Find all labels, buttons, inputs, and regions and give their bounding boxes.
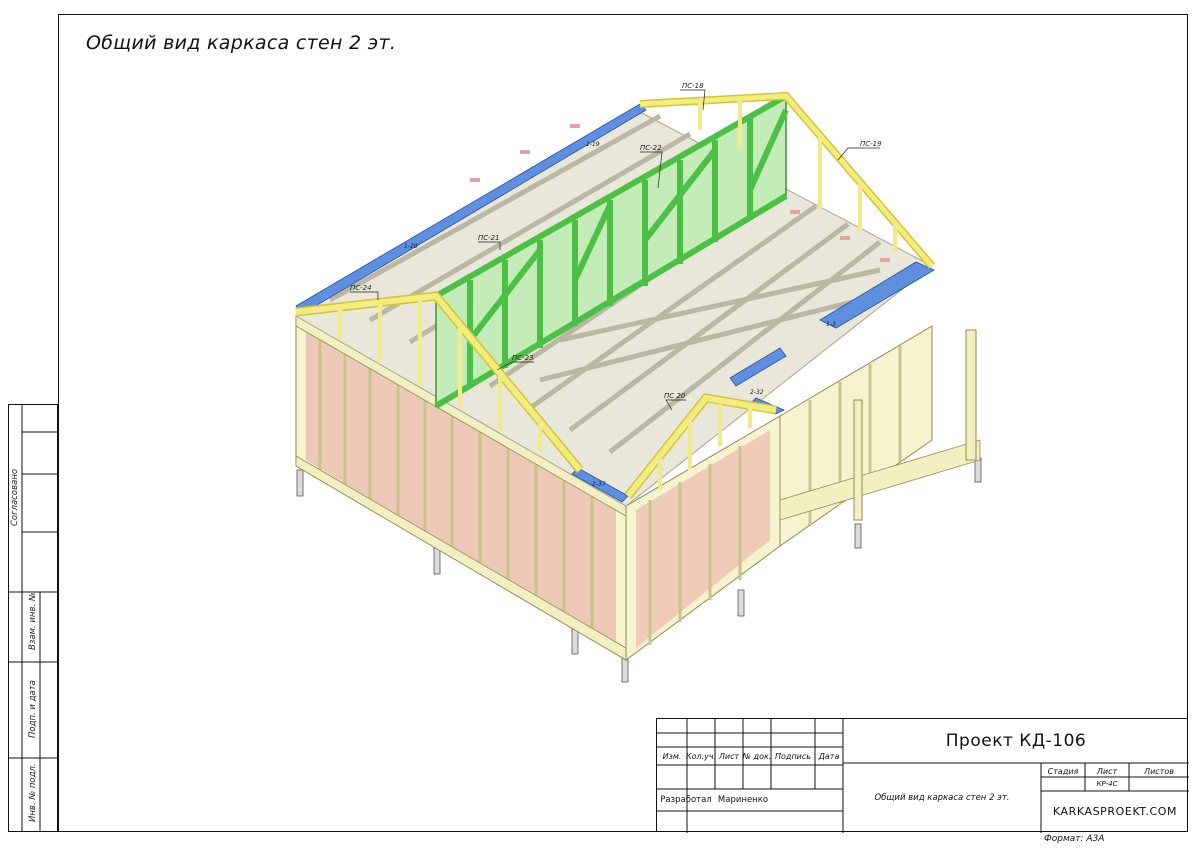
website: KARKASPROEKT.COM: [1052, 804, 1178, 818]
project-title: Проект КД-106: [945, 731, 1087, 751]
developer-name: Мариненко: [717, 795, 769, 805]
label-beam-front: 2-37: [592, 481, 606, 488]
sheets-label: Листов: [1144, 766, 1174, 776]
label-ps23: ПС-23: [512, 354, 534, 362]
label-ps24: ПС-24: [350, 284, 372, 292]
label-ps20: ПС 20: [664, 392, 686, 400]
col-koluch: Кол.уч.: [685, 751, 717, 761]
label-beam-left: 1-20: [404, 243, 418, 250]
label-ps22: ПС-22: [640, 144, 662, 152]
col-izm: Изм.: [662, 751, 682, 761]
label-ps21: ПС-21: [478, 234, 500, 242]
label-beam-mid: 1-19: [586, 141, 600, 148]
label-beam-step: 2-32: [750, 389, 764, 396]
col-list: Лист: [718, 751, 740, 761]
sheet-label: Лист: [1096, 766, 1118, 776]
label-beam-right: 1-3: [826, 321, 836, 328]
sheet-name: Общий вид каркаса стен 2 эт.: [874, 793, 1010, 803]
stage-label: Стадия: [1047, 766, 1079, 776]
sheet-number: КР-4С: [1096, 780, 1118, 788]
col-data: Дата: [818, 751, 840, 761]
developed-label: Разработал: [660, 795, 712, 805]
title-block: Изм. Кол.уч. Лист № док. Подпись Дата Ра…: [656, 718, 1189, 833]
format-label: Формат: А3А: [1044, 834, 1105, 844]
label-ps18: ПС-18: [682, 82, 704, 90]
col-ndoc: № док.: [742, 751, 772, 761]
col-podpis: Подпись: [775, 751, 811, 761]
label-ps19: ПС-19: [860, 140, 882, 148]
